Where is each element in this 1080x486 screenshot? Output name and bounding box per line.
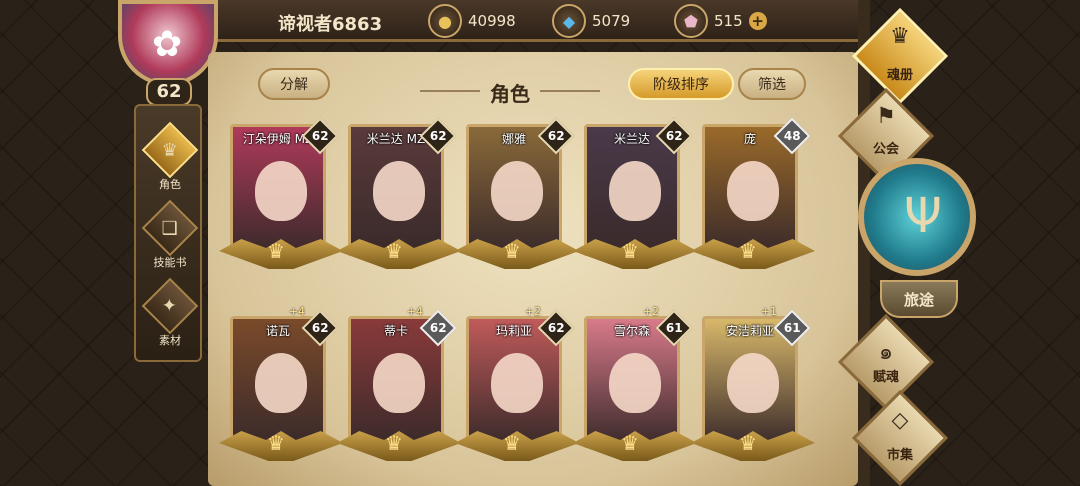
rank-crown-icon: ♛ bbox=[621, 431, 639, 455]
character-level: 62 bbox=[429, 320, 447, 335]
character-level: 62 bbox=[547, 128, 565, 143]
character-card[interactable]: 安洁莉亚 61 +1 ♛ bbox=[691, 305, 815, 461]
player-avatar[interactable]: ✿ bbox=[118, 0, 218, 86]
crystal-currency: ◆ 5079 bbox=[552, 4, 630, 38]
character-upgrade-count: +2 bbox=[642, 305, 659, 318]
character-level: 61 bbox=[665, 320, 683, 335]
gold-currency: ● 40998 bbox=[428, 4, 516, 38]
character-card[interactable]: 米兰达 MZ 62 ♛ bbox=[337, 117, 461, 269]
character-card[interactable]: 娜雅 62 ♛ bbox=[455, 117, 579, 269]
left-nav: ♛ 角色 ❑ 技能书 ✦ 素材 bbox=[134, 104, 202, 362]
character-level: 62 bbox=[665, 128, 683, 143]
nav-item-skill-book[interactable]: ❑ 技能书 bbox=[136, 199, 204, 270]
player-name: 谛视者6863 bbox=[278, 14, 383, 35]
player-level-badge: 62 bbox=[146, 78, 192, 106]
character-level: 48 bbox=[783, 128, 801, 143]
title-ornament-right bbox=[540, 90, 600, 92]
character-face bbox=[373, 353, 425, 413]
gold-value: 40998 bbox=[468, 12, 516, 30]
character-upgrade-count: +4 bbox=[406, 305, 423, 318]
avatar-portrait-icon: ✿ bbox=[152, 24, 183, 65]
character-card[interactable]: 诺瓦 62 +4 ♛ bbox=[219, 305, 343, 461]
title-ornament-left bbox=[420, 90, 480, 92]
rank-crown-icon: ♛ bbox=[621, 239, 639, 263]
character-face bbox=[609, 161, 661, 221]
blue-crystal-icon: ◆ bbox=[552, 4, 586, 38]
material-icon: ✦ bbox=[141, 277, 199, 335]
pink-gem-icon: ⬟ bbox=[674, 4, 708, 38]
character-level: 62 bbox=[311, 320, 329, 335]
nav-label-material: 素材 bbox=[159, 334, 181, 347]
rank-crown-icon: ♛ bbox=[267, 431, 285, 455]
gem-currency: ⬟ 515 + bbox=[674, 4, 767, 38]
character-card[interactable]: 蒂卡 62 +4 ♛ bbox=[337, 305, 461, 461]
gold-coin-icon: ● bbox=[428, 4, 462, 38]
character-level: 62 bbox=[311, 128, 329, 143]
page-title: 角色 bbox=[490, 82, 530, 106]
soul-gift-label: 赋魂 bbox=[872, 370, 899, 385]
swirl-icon: ๑ bbox=[879, 340, 893, 365]
character-face bbox=[373, 161, 425, 221]
soul-book-label: 魂册 bbox=[886, 68, 913, 83]
character-face bbox=[255, 161, 307, 221]
character-card[interactable]: 汀朵伊姆 MZ 62 ♛ bbox=[219, 117, 343, 269]
character-upgrade-count: +1 bbox=[760, 305, 777, 318]
guild-icon: ⚑ bbox=[876, 104, 896, 129]
soul-book-icon: ♛ bbox=[890, 24, 910, 49]
character-level: 62 bbox=[429, 128, 447, 143]
rank-crown-icon: ♛ bbox=[739, 239, 757, 263]
character-card[interactable]: 玛莉亚 62 +2 ♛ bbox=[455, 305, 579, 461]
rank-crown-icon: ♛ bbox=[503, 239, 521, 263]
journey-button[interactable]: Ψ bbox=[858, 158, 976, 276]
character-face bbox=[255, 353, 307, 413]
character-face bbox=[727, 161, 779, 221]
guild-label: 公会 bbox=[872, 142, 899, 157]
add-gem-button[interactable]: + bbox=[748, 12, 767, 30]
rank-crown-icon: ♛ bbox=[385, 431, 403, 455]
character-face bbox=[609, 353, 661, 413]
nav-label-skill-book: 技能书 bbox=[153, 256, 187, 269]
decompose-button[interactable]: 分解 bbox=[258, 68, 330, 100]
market-label: 市集 bbox=[886, 448, 913, 463]
nav-item-character[interactable]: ♛ 角色 bbox=[136, 121, 204, 192]
skill-book-icon: ❑ bbox=[141, 199, 199, 257]
filter-button[interactable]: 筛选 bbox=[738, 68, 806, 100]
character-face bbox=[491, 161, 543, 221]
character-card[interactable]: 雪尔森 61 +2 ♛ bbox=[573, 305, 697, 461]
character-card[interactable]: 米兰达 62 ♛ bbox=[573, 117, 697, 269]
character-upgrade-count: +2 bbox=[524, 305, 541, 318]
character-icon: ♛ bbox=[141, 121, 199, 179]
character-upgrade-count: +4 bbox=[288, 305, 305, 318]
character-level: 62 bbox=[547, 320, 565, 335]
crystal-value: 5079 bbox=[592, 12, 631, 30]
journey-label: 旅途 bbox=[903, 291, 934, 309]
character-face bbox=[727, 353, 779, 413]
rank-crown-icon: ♛ bbox=[385, 239, 403, 263]
nav-item-material[interactable]: ✦ 素材 bbox=[136, 277, 204, 348]
nav-label-character: 角色 bbox=[159, 178, 181, 191]
trident-icon: Ψ bbox=[904, 188, 942, 244]
character-level: 61 bbox=[783, 320, 801, 335]
tier-sort-button[interactable]: 阶级排序 bbox=[628, 68, 734, 100]
rank-crown-icon: ♛ bbox=[267, 239, 285, 263]
character-face bbox=[491, 353, 543, 413]
character-card[interactable]: 庞 48 ♛ bbox=[691, 117, 815, 269]
rank-crown-icon: ♛ bbox=[739, 431, 757, 455]
rank-crown-icon: ♛ bbox=[503, 431, 521, 455]
gem-icon: ◇ bbox=[891, 408, 909, 433]
gem-value: 515 bbox=[714, 12, 743, 30]
